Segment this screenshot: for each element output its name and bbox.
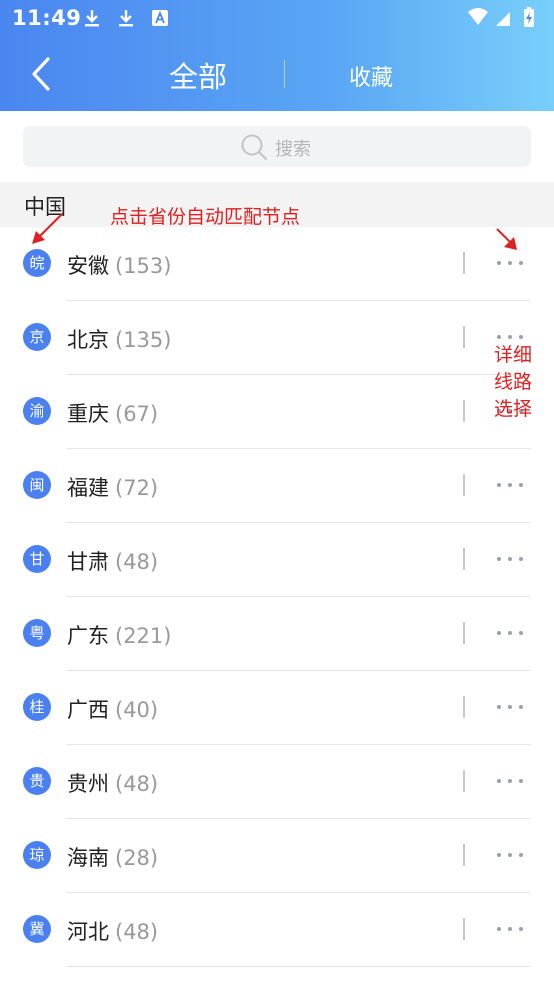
province-name: 重庆	[67, 402, 109, 426]
province-name: 河北	[67, 920, 109, 944]
province-list: 皖 安徽 (153) 京 北京 (135) 渝 重庆 (67) 闽 福建 (72) 甘 …	[0, 227, 554, 967]
node-count: (48)	[115, 772, 159, 796]
province-name: 海南	[67, 846, 109, 870]
status-bar: 11:49	[0, 0, 554, 36]
more-options-icon[interactable]	[490, 841, 530, 869]
node-count: (48)	[115, 550, 159, 574]
more-options-icon[interactable]	[490, 471, 530, 499]
signal-battery-icons	[468, 7, 534, 27]
province-row-beijing[interactable]: 京 北京 (135)	[0, 301, 554, 375]
province-name: 贵州	[67, 772, 109, 796]
province-badge: 粤	[23, 619, 51, 647]
annotation-line: 线路	[494, 371, 533, 393]
annotation-auto-match: 点击省份自动匹配节点	[110, 206, 301, 228]
row-divider	[463, 252, 465, 274]
province-badge: 桂	[23, 693, 51, 721]
download-icon	[119, 10, 133, 27]
node-count: (67)	[115, 402, 159, 426]
annotation-arrow-icon	[496, 228, 517, 250]
row-divider	[463, 622, 465, 644]
row-divider	[463, 400, 465, 422]
province-badge: 贵	[23, 767, 51, 795]
node-count: (40)	[115, 698, 159, 722]
province-name: 广东	[67, 624, 109, 648]
search-input[interactable]: 搜索	[23, 126, 531, 167]
app-header: 11:49 全部 收藏	[0, 0, 554, 111]
province-row-guangxi[interactable]: 桂 广西 (40)	[0, 671, 554, 745]
province-badge: 甘	[23, 545, 51, 573]
node-count: (28)	[115, 846, 159, 870]
province-row-hebei[interactable]: 冀 河北 (48)	[0, 893, 554, 967]
province-row-guangdong[interactable]: 粤 广东 (221)	[0, 597, 554, 671]
more-options-icon[interactable]	[490, 619, 530, 647]
row-divider	[463, 326, 465, 348]
row-divider	[463, 474, 465, 496]
more-options-icon[interactable]	[490, 767, 530, 795]
province-row-fujian[interactable]: 闽 福建 (72)	[0, 449, 554, 523]
province-name: 安徽	[67, 254, 109, 278]
annotation-arrow-icon	[32, 213, 63, 244]
province-badge: 皖	[23, 249, 51, 277]
more-options-icon[interactable]	[490, 545, 530, 573]
status-time: 11:49	[12, 6, 82, 30]
search-section: 搜索	[0, 111, 554, 182]
row-divider	[463, 696, 465, 718]
province-row-anhui[interactable]: 皖 安徽 (153)	[0, 227, 554, 301]
province-badge: 闽	[23, 471, 51, 499]
province-row-chongqing[interactable]: 渝 重庆 (67)	[0, 375, 554, 449]
node-count: (48)	[115, 920, 159, 944]
row-divider	[463, 918, 465, 940]
page-title: 全部	[168, 60, 227, 94]
province-row-gansu[interactable]: 甘 甘肃 (48)	[0, 523, 554, 597]
node-count: (221)	[115, 624, 172, 648]
font-a-icon	[152, 10, 168, 26]
more-options-icon[interactable]	[490, 693, 530, 721]
download-icon	[85, 10, 99, 27]
row-divider	[463, 548, 465, 570]
province-badge: 冀	[23, 915, 51, 943]
node-count: (72)	[115, 476, 159, 500]
more-options-icon[interactable]	[490, 915, 530, 943]
favorites-tab[interactable]: 收藏	[316, 60, 426, 92]
search-icon	[241, 134, 268, 161]
province-name: 广西	[67, 698, 109, 722]
province-name: 甘肃	[67, 550, 109, 574]
node-count: (135)	[115, 328, 172, 352]
row-divider	[463, 844, 465, 866]
search-placeholder: 搜索	[275, 139, 311, 160]
province-name: 北京	[67, 328, 109, 352]
province-badge: 渝	[23, 397, 51, 425]
province-badge: 京	[23, 323, 51, 351]
annotation-line: 选择	[494, 398, 533, 420]
row-separator	[66, 966, 531, 967]
row-divider	[463, 770, 465, 792]
province-badge: 琼	[23, 841, 51, 869]
annotation-detail-route: 详细 线路 选择	[494, 342, 550, 423]
annotation-line: 详细	[494, 344, 533, 366]
province-row-hainan[interactable]: 琼 海南 (28)	[0, 819, 554, 893]
province-name: 福建	[67, 476, 109, 500]
province-row-guizhou[interactable]: 贵 贵州 (48)	[0, 745, 554, 819]
back-chevron-left-icon[interactable]	[28, 56, 60, 92]
node-count: (153)	[115, 254, 172, 278]
header-divider	[284, 60, 285, 88]
